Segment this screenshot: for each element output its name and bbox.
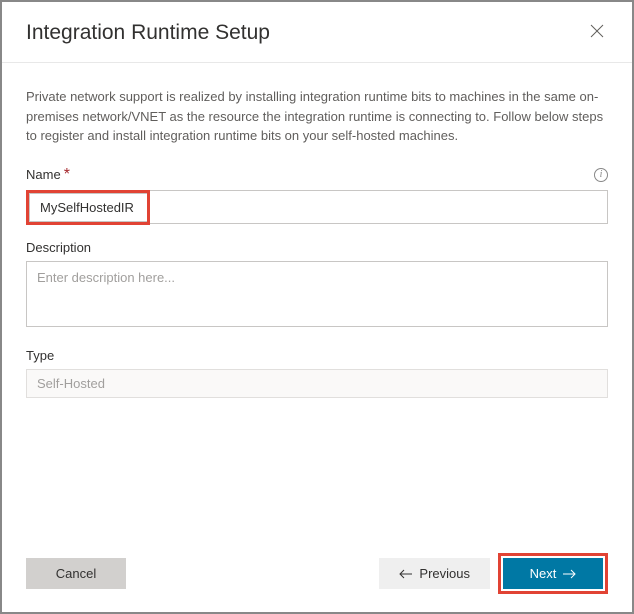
dialog-content: Private network support is realized by i…	[2, 63, 632, 398]
name-label: Name	[26, 167, 61, 182]
arrow-left-icon	[399, 569, 413, 579]
next-highlight-box: Next	[498, 553, 608, 594]
dialog-footer: Cancel Previous Next	[2, 535, 632, 612]
previous-button[interactable]: Previous	[379, 558, 490, 589]
name-input-remainder[interactable]	[150, 190, 608, 224]
dialog-header: Integration Runtime Setup	[2, 2, 632, 63]
next-button[interactable]: Next	[503, 558, 603, 589]
close-icon	[590, 24, 604, 38]
name-input[interactable]	[29, 193, 147, 222]
info-icon[interactable]: i	[594, 168, 608, 182]
name-field-group: Name* i	[26, 166, 608, 224]
type-label: Type	[26, 348, 54, 363]
name-highlight-box	[26, 190, 150, 225]
next-button-label: Next	[530, 566, 557, 581]
dialog-title: Integration Runtime Setup	[26, 21, 270, 45]
arrow-right-icon	[562, 569, 576, 579]
cancel-button-label: Cancel	[56, 566, 96, 581]
type-input	[26, 369, 608, 398]
type-field-group: Type	[26, 348, 608, 398]
close-button[interactable]	[586, 20, 608, 46]
description-input[interactable]	[26, 261, 608, 327]
description-field-group: Description	[26, 240, 608, 332]
previous-button-label: Previous	[419, 566, 470, 581]
description-label: Description	[26, 240, 91, 255]
required-indicator: *	[64, 166, 70, 183]
cancel-button[interactable]: Cancel	[26, 558, 126, 589]
intro-paragraph: Private network support is realized by i…	[26, 87, 608, 146]
